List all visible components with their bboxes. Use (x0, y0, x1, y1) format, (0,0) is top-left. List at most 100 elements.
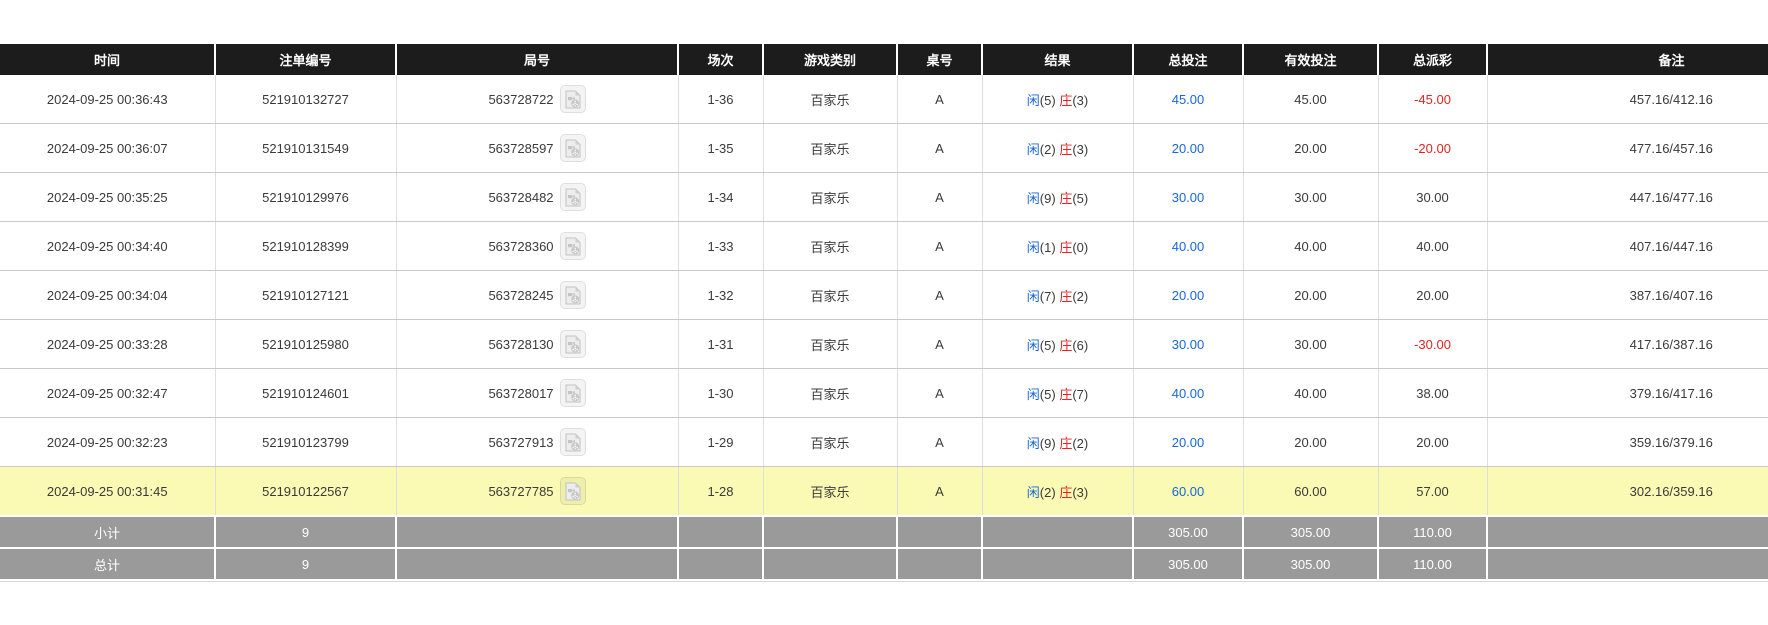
total-bet-amount: 30.00 (1172, 190, 1205, 205)
cell-round-number: 563728360 (396, 222, 678, 271)
cell-session: 1-32 (678, 271, 763, 320)
table-row[interactable]: 2024-09-25 00:34:04521910127121563728245… (0, 271, 1768, 320)
cell-total-bet: 60.00 (1133, 467, 1243, 517)
table-row[interactable]: 2024-09-25 00:32:47521910124601563728017… (0, 369, 1768, 418)
player-result-score: (9) (1040, 191, 1056, 206)
column-header-remark: 备注 (1487, 44, 1768, 75)
footer-subtotal-game-type (763, 516, 897, 548)
cell-table-number: A (897, 369, 982, 418)
banker-result-score: (6) (1072, 338, 1088, 353)
player-result-score: (2) (1040, 142, 1056, 157)
banker-result-score: (3) (1072, 485, 1088, 500)
cell-session: 1-29 (678, 418, 763, 467)
video-replay-button[interactable] (560, 134, 586, 162)
cell-time: 2024-09-25 00:33:28 (0, 320, 215, 369)
video-replay-button[interactable] (560, 428, 586, 456)
cell-result: 闲(9) 庄(2) (982, 418, 1133, 467)
cell-valid-bet: 20.00 (1243, 271, 1378, 320)
banker-result-label: 庄 (1059, 191, 1072, 206)
cell-table-number: A (897, 418, 982, 467)
cell-total-bet: 30.00 (1133, 173, 1243, 222)
footer-subtotal-table (897, 516, 982, 548)
cell-session: 1-28 (678, 467, 763, 517)
total-bet-amount: 20.00 (1172, 435, 1205, 450)
footer-total-remark (1487, 548, 1768, 579)
footer-row-subtotal: 小计9305.00305.00110.00 (0, 516, 1768, 548)
cell-valid-bet: 30.00 (1243, 173, 1378, 222)
footer-subtotal-result (982, 516, 1133, 548)
player-result-label: 闲 (1027, 338, 1040, 353)
player-result-label: 闲 (1027, 93, 1040, 108)
cell-total-payout: 20.00 (1378, 271, 1487, 320)
table-row[interactable]: 2024-09-25 00:34:40521910128399563728360… (0, 222, 1768, 271)
banker-result-label: 庄 (1059, 485, 1072, 500)
table-row[interactable]: 2024-09-25 00:32:23521910123799563727913… (0, 418, 1768, 467)
table-bottom-border (0, 581, 1768, 582)
cell-result: 闲(5) 庄(7) (982, 369, 1133, 418)
column-header-total_bet: 总投注 (1133, 44, 1243, 75)
cell-table-number: A (897, 467, 982, 517)
video-replay-button[interactable] (560, 183, 586, 211)
total-bet-amount: 20.00 (1172, 141, 1205, 156)
cell-remark: 302.16/359.16 (1487, 467, 1768, 517)
cell-total-bet: 20.00 (1133, 124, 1243, 173)
banker-result-label: 庄 (1059, 93, 1072, 108)
footer-total-count: 9 (215, 548, 396, 579)
cell-result: 闲(5) 庄(6) (982, 320, 1133, 369)
video-replay-button[interactable] (560, 85, 586, 113)
cell-total-bet: 40.00 (1133, 222, 1243, 271)
cell-remark: 387.16/407.16 (1487, 271, 1768, 320)
cell-total-payout: 38.00 (1378, 369, 1487, 418)
round-number: 563727785 (488, 484, 553, 499)
total-payout-amount: 57.00 (1416, 484, 1449, 499)
total-bet-amount: 45.00 (1172, 92, 1205, 107)
cell-valid-bet: 40.00 (1243, 222, 1378, 271)
cell-bet-number: 521910124601 (215, 369, 396, 418)
table-row[interactable]: 2024-09-25 00:33:28521910125980563728130… (0, 320, 1768, 369)
footer-total-total-bet: 305.00 (1133, 548, 1243, 579)
video-icon (565, 188, 581, 207)
cell-round-number: 563728597 (396, 124, 678, 173)
table-row[interactable]: 2024-09-25 00:31:45521910122567563727785… (0, 467, 1768, 517)
video-replay-button[interactable] (560, 379, 586, 407)
video-icon (565, 237, 581, 256)
cell-game-type: 百家乐 (763, 369, 897, 418)
banker-result-score: (3) (1072, 93, 1088, 108)
round-number: 563728597 (488, 141, 553, 156)
footer-subtotal-count: 9 (215, 516, 396, 548)
table-header-row: 时间注单编号局号场次游戏类别桌号结果总投注有效投注总派彩备注 (0, 44, 1768, 75)
table-row[interactable]: 2024-09-25 00:36:43521910132727563728722… (0, 75, 1768, 124)
cell-table-number: A (897, 173, 982, 222)
table-row[interactable]: 2024-09-25 00:36:07521910131549563728597… (0, 124, 1768, 173)
cell-result: 闲(1) 庄(0) (982, 222, 1133, 271)
cell-result: 闲(5) 庄(3) (982, 75, 1133, 124)
cell-round-number: 563727913 (396, 418, 678, 467)
column-header-game_type: 游戏类别 (763, 44, 897, 75)
video-replay-button[interactable] (560, 232, 586, 260)
column-header-round_no: 局号 (396, 44, 678, 75)
player-result-label: 闲 (1027, 485, 1040, 500)
video-replay-button[interactable] (560, 281, 586, 309)
round-number: 563727913 (488, 435, 553, 450)
cell-round-number: 563727785 (396, 467, 678, 517)
table-row[interactable]: 2024-09-25 00:35:25521910129976563728482… (0, 173, 1768, 222)
footer-row-total: 总计9305.00305.00110.00 (0, 548, 1768, 579)
cell-total-bet: 20.00 (1133, 418, 1243, 467)
cell-valid-bet: 40.00 (1243, 369, 1378, 418)
total-bet-amount: 30.00 (1172, 337, 1205, 352)
game-result: 闲(7) 庄(2) (1027, 289, 1088, 304)
cell-table-number: A (897, 222, 982, 271)
cell-bet-number: 521910129976 (215, 173, 396, 222)
cell-table-number: A (897, 271, 982, 320)
cell-bet-number: 521910131549 (215, 124, 396, 173)
cell-bet-number: 521910132727 (215, 75, 396, 124)
cell-round-number: 563728017 (396, 369, 678, 418)
banker-result-score: (0) (1072, 240, 1088, 255)
player-result-score: (7) (1040, 289, 1056, 304)
video-replay-button[interactable] (560, 330, 586, 358)
cell-remark: 447.16/477.16 (1487, 173, 1768, 222)
player-result-score: (5) (1040, 387, 1056, 402)
video-replay-button[interactable] (560, 477, 586, 505)
footer-total-valid-bet: 305.00 (1243, 548, 1378, 579)
cell-session: 1-36 (678, 75, 763, 124)
